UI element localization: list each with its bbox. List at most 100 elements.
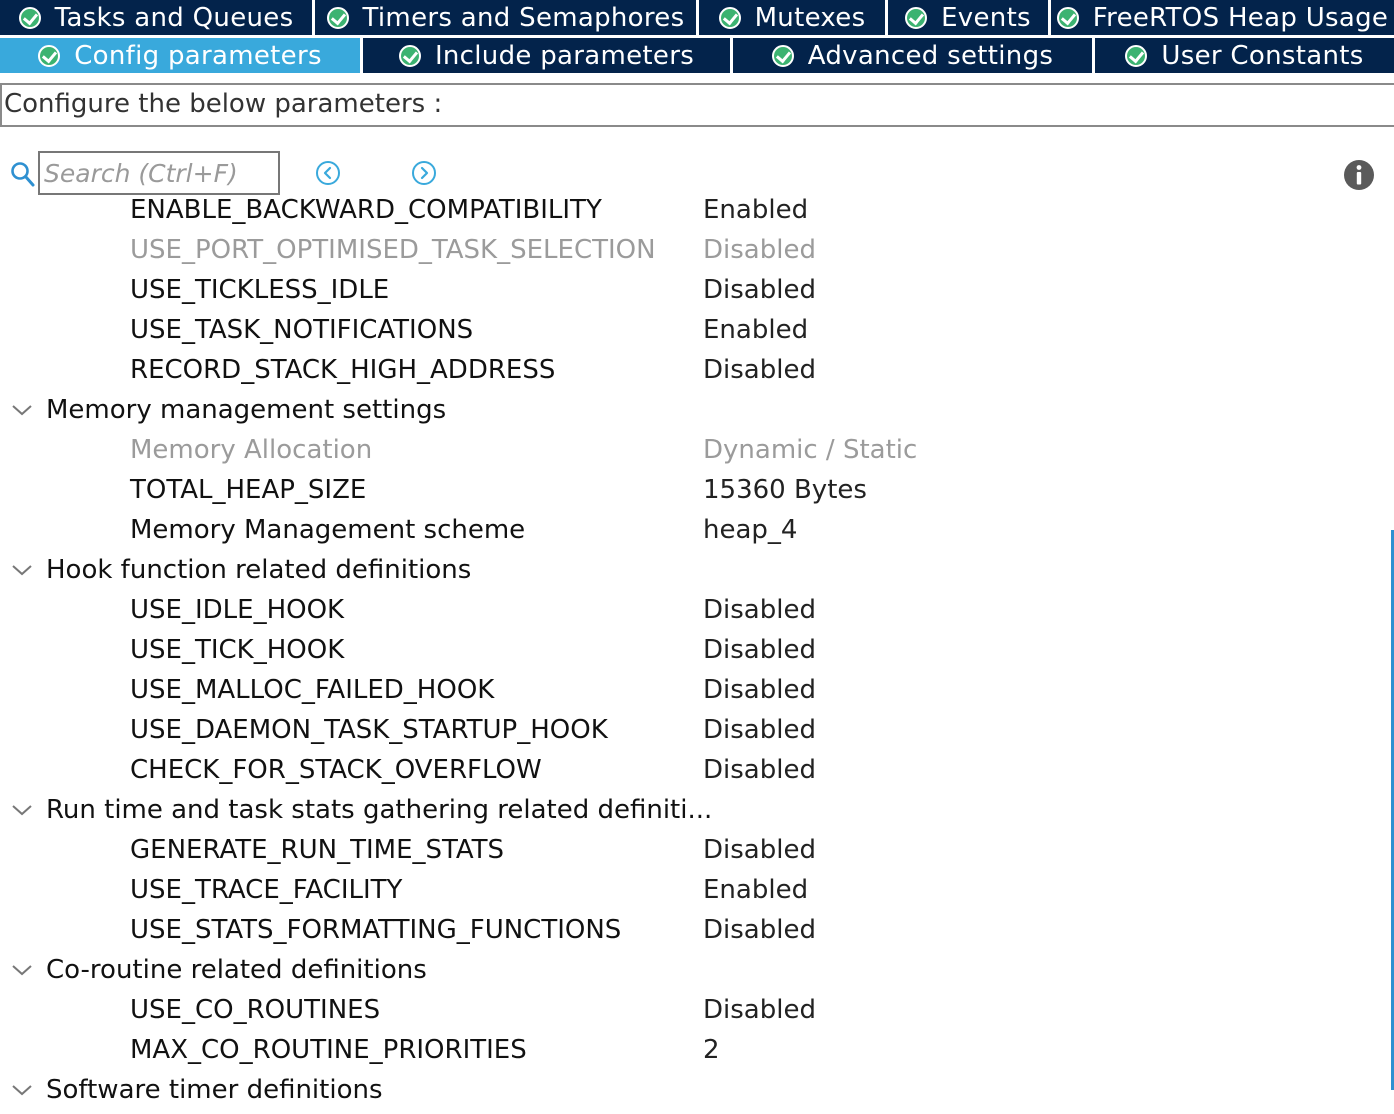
chevron-down-icon[interactable] [10,1082,34,1098]
group-label: Memory management settings [46,395,447,425]
tab-tasks-and-queues[interactable]: Tasks and Queues [0,0,315,38]
tree-group[interactable]: Run time and task stats gathering relate… [0,790,1394,830]
parameter-row[interactable]: USE_TRACE_FACILITY Enabled [0,870,1394,910]
check-circle-icon [38,44,61,67]
parameter-row[interactable]: USE_PORT_OPTIMISED_TASK_SELECTION Disable… [0,230,1394,270]
search-input[interactable] [38,151,280,195]
parameter-name: ENABLE_BACKWARD_COMPATIBILITY [130,195,602,225]
parameter-value[interactable]: Enabled [703,195,808,225]
parameter-name: USE_DAEMON_TASK_STARTUP_HOOK [130,715,608,745]
parameter-row[interactable]: ENABLE_BACKWARD_COMPATIBILITY Enabled [0,190,1394,230]
check-circle-icon [18,6,41,29]
tab-label: Tasks and Queues [54,2,294,33]
parameter-row[interactable]: USE_STATS_FORMATTING_FUNCTIONS Disabled [0,910,1394,950]
check-circle-icon [718,6,741,29]
parameter-value[interactable]: Disabled [703,995,816,1025]
group-label: Software timer definitions [46,1075,383,1105]
parameter-name: USE_MALLOC_FAILED_HOOK [130,675,495,705]
tab-label: Timers and Semaphores [362,2,685,33]
tab-label: Events [941,2,1031,33]
tab-mutexes[interactable]: Mutexes [699,0,888,38]
circle-arrow-right-icon[interactable] [411,160,437,186]
parameter-name: USE_CO_ROUTINES [130,995,381,1025]
parameter-row[interactable]: GENERATE_RUN_TIME_STATS Disabled [0,830,1394,870]
tab-user-constants[interactable]: User Constants [1095,38,1394,76]
parameter-value: Dynamic / Static [703,435,918,465]
group-label: Run time and task stats gathering relate… [46,795,713,825]
parameter-row[interactable]: USE_CO_ROUTINES Disabled [0,990,1394,1030]
parameter-value[interactable]: Disabled [703,275,816,305]
parameter-row[interactable]: USE_TASK_NOTIFICATIONS Enabled [0,310,1394,350]
parameter-tree: ENABLE_BACKWARD_COMPATIBILITY Enabled USE_… [0,190,1394,1114]
parameter-row[interactable]: RECORD_STACK_HIGH_ADDRESS Disabled [0,350,1394,390]
tree-group[interactable]: Memory management settings [0,390,1394,430]
parameter-value[interactable]: Disabled [703,675,816,705]
parameter-row[interactable]: Memory Allocation Dynamic / Static [0,430,1394,470]
tab-label: Advanced settings [807,40,1054,71]
parameter-name: USE_PORT_OPTIMISED_TASK_SELECTION [130,235,656,265]
check-circle-icon [326,6,349,29]
tab-timers-and-semaphores[interactable]: Timers and Semaphores [315,0,699,38]
parameter-value[interactable]: Disabled [703,755,816,785]
tree-group[interactable]: Software timer definitions [0,1070,1394,1110]
parameter-value[interactable]: Enabled [703,315,808,345]
parameter-name: USE_STATS_FORMATTING_FUNCTIONS [130,915,622,945]
chevron-down-icon[interactable] [10,562,34,578]
parameter-row[interactable]: Memory Management scheme heap_4 [0,510,1394,550]
parameter-row[interactable]: CHECK_FOR_STACK_OVERFLOW Disabled [0,750,1394,790]
parameter-row[interactable]: USE_MALLOC_FAILED_HOOK Disabled [0,670,1394,710]
parameter-name: USE_TASK_NOTIFICATIONS [130,315,474,345]
tab-label: User Constants [1161,40,1364,71]
parameter-row[interactable]: TOTAL_HEAP_SIZE 15360 Bytes [0,470,1394,510]
check-circle-icon [1125,44,1148,67]
parameter-name: GENERATE_RUN_TIME_STATS [130,835,505,865]
parameter-value[interactable]: 15360 Bytes [703,475,867,505]
parameter-row[interactable]: USE_IDLE_HOOK Disabled [0,590,1394,630]
parameter-name: Memory Allocation [130,435,373,465]
tab-config-parameters[interactable]: Config parameters [0,38,363,76]
parameter-row[interactable]: USE_TICKLESS_IDLE Disabled [0,270,1394,310]
tab-label: FreeRTOS Heap Usage [1092,2,1389,33]
circle-arrow-left-icon[interactable] [315,160,341,186]
parameter-name: USE_IDLE_HOOK [130,595,345,625]
parameter-value[interactable]: Disabled [703,915,816,945]
parameter-value[interactable]: Disabled [703,635,816,665]
group-label: Hook function related definitions [46,555,472,585]
parameter-name: USE_TICK_HOOK [130,635,345,665]
chevron-down-icon[interactable] [10,802,34,818]
tab-advanced-settings[interactable]: Advanced settings [733,38,1095,76]
parameter-value[interactable]: 2 [703,1035,720,1065]
parameter-name: Memory Management scheme [130,515,526,545]
parameter-value[interactable]: Disabled [703,835,816,865]
tab-label: Include parameters [434,40,695,71]
parameter-name: TOTAL_HEAP_SIZE [130,475,367,505]
group-label: Co-routine related definitions [46,955,427,985]
chevron-down-icon[interactable] [10,402,34,418]
parameter-name: USE_TICKLESS_IDLE [130,275,390,305]
tree-group[interactable]: Co-routine related definitions [0,950,1394,990]
parameter-row[interactable]: MAX_CO_ROUTINE_PRIORITIES 2 [0,1030,1394,1070]
tree-group[interactable]: Hook function related definitions [0,550,1394,590]
parameter-value: Disabled [703,235,816,265]
parameter-value[interactable]: Disabled [703,715,816,745]
tab-events[interactable]: Events [888,0,1051,38]
parameter-value[interactable]: Disabled [703,595,816,625]
parameter-value[interactable]: heap_4 [703,515,797,545]
parameter-row[interactable]: USE_TICK_HOOK Disabled [0,630,1394,670]
parameter-value[interactable]: Enabled [703,875,808,905]
check-circle-icon [398,44,421,67]
parameter-name: CHECK_FOR_STACK_OVERFLOW [130,755,542,785]
check-circle-icon [905,6,928,29]
search-icon[interactable] [10,161,36,189]
configure-header: Configure the below parameters : [0,83,1394,127]
search-toolbar [0,127,1394,197]
chevron-down-icon[interactable] [10,962,34,978]
parameter-value[interactable]: Disabled [703,355,816,385]
tab-include-parameters[interactable]: Include parameters [363,38,733,76]
info-icon[interactable] [1343,159,1375,191]
tab-label: Config parameters [74,40,322,71]
tab-freertos-heap-usage[interactable]: FreeRTOS Heap Usage [1051,0,1394,38]
parameter-row[interactable]: USE_DAEMON_TASK_STARTUP_HOOK Disabled [0,710,1394,750]
parameter-name: RECORD_STACK_HIGH_ADDRESS [130,355,556,385]
tab-bar-bottom: Config parameters Include parameters Adv… [0,38,1394,76]
